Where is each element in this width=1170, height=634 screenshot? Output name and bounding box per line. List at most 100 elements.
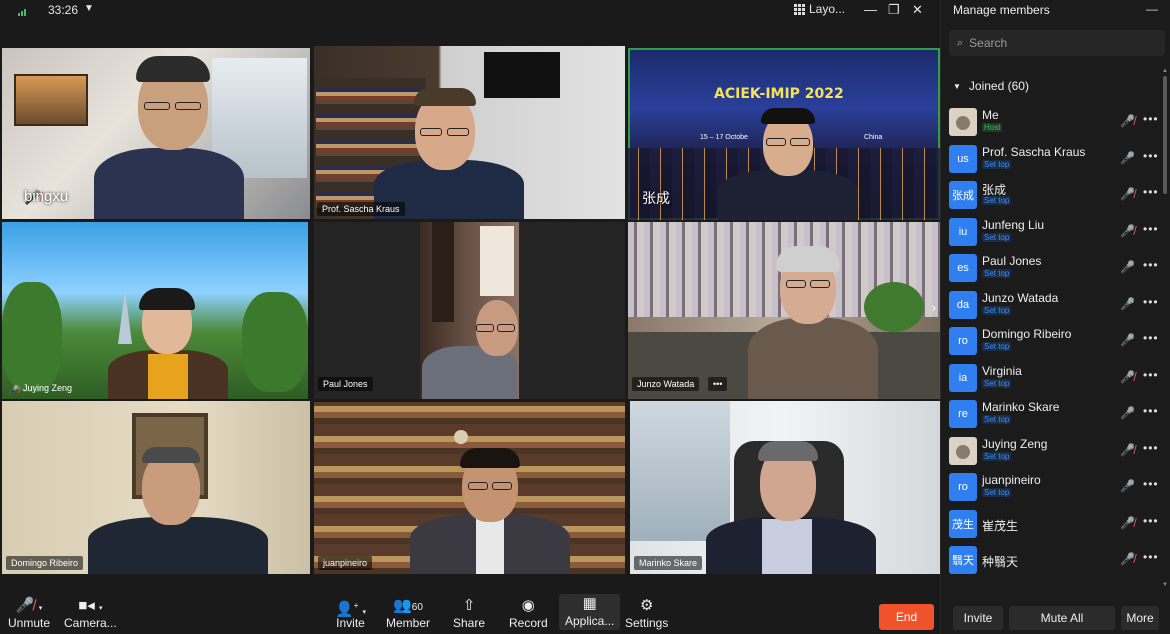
mic-muted-icon[interactable]: 🎤̸: [1120, 443, 1135, 457]
joined-section-header[interactable]: ▼ Joined (60): [953, 79, 1029, 93]
member-more-icon[interactable]: •••: [1143, 295, 1159, 309]
set-top-link[interactable]: Set top: [982, 378, 1012, 388]
mic-icon[interactable]: 🎤: [1120, 333, 1135, 347]
member-more-icon[interactable]: •••: [1143, 368, 1159, 382]
scroll-down-icon[interactable]: ▼: [1162, 582, 1168, 588]
collapse-panel-icon[interactable]: —: [1146, 2, 1158, 16]
unmute-button[interactable]: 🎤̸ ▾ Unmute: [8, 596, 50, 630]
meeting-toolbar: 🎤̸ ▾ Unmute ■◂ ▾ Camera... 👤+ ▾ Invite 👥…: [0, 590, 940, 634]
tile-more-button[interactable]: •••: [708, 377, 728, 391]
search-input[interactable]: [969, 36, 1150, 50]
mute-all-button[interactable]: Mute All: [1009, 606, 1115, 630]
member-row[interactable]: 张成 张成 Set top 🎤̸ •••: [949, 177, 1161, 214]
mic-icon[interactable]: 🎤: [1120, 151, 1135, 165]
minimize-icon[interactable]: —: [864, 2, 877, 17]
video-tile[interactable]: Marinko Skare: [630, 401, 940, 574]
member-more-icon[interactable]: •••: [1143, 441, 1159, 455]
member-search[interactable]: ⌕: [949, 30, 1165, 56]
avatar: us: [949, 144, 977, 173]
member-row[interactable]: 翳天 种翳天 🎤̸ •••: [949, 542, 1161, 579]
record-button[interactable]: ◉ Record: [509, 596, 548, 630]
member-row[interactable]: es Paul Jones Set top 🎤 •••: [949, 250, 1161, 287]
member-label: Member: [386, 616, 431, 630]
applications-button[interactable]: ▦ Applica...: [559, 594, 621, 630]
set-top-link[interactable]: Set top: [982, 196, 1012, 205]
mic-muted-icon[interactable]: 🎤̸: [1120, 516, 1135, 530]
set-top-link[interactable]: Set top: [982, 232, 1012, 242]
apps-grid-icon: ▦: [582, 595, 597, 612]
end-meeting-button[interactable]: End: [879, 604, 934, 630]
avatar: 张成: [949, 181, 977, 209]
panel-title: Manage members: [953, 3, 1050, 17]
video-tile[interactable]: Domingo Ribeiro: [2, 401, 310, 574]
video-tile[interactable]: 🎤̸ bingxu: [2, 48, 310, 219]
member-more-icon[interactable]: •••: [1143, 185, 1159, 199]
member-list-scrollbar[interactable]: [1163, 76, 1167, 194]
member-row[interactable]: da Junzo Watada Set top 🎤 •••: [949, 287, 1161, 324]
wall-clock: [454, 430, 468, 444]
next-page-arrow-icon[interactable]: ›: [932, 300, 936, 315]
member-row[interactable]: iu Junfeng Liu Set top 🎤̸ •••: [949, 214, 1161, 251]
member-more-icon[interactable]: •••: [1143, 514, 1159, 528]
set-top-link[interactable]: Set top: [982, 305, 1012, 315]
set-top-link[interactable]: Set top: [982, 488, 1012, 497]
member-more-icon[interactable]: •••: [1143, 550, 1159, 564]
set-top-link[interactable]: Set top: [982, 159, 1012, 169]
video-tile[interactable]: ACIEK-IMIP 2022 15 – 17 Octobe China 张成: [628, 48, 940, 220]
set-top-link[interactable]: Set top: [982, 269, 1012, 278]
mic-icon[interactable]: 🎤: [1120, 260, 1135, 274]
gear-icon: ⚙: [639, 597, 654, 614]
member-row[interactable]: re Marinko Skare Set top 🎤 •••: [949, 396, 1161, 433]
member-row[interactable]: ro juanpineiro Set top 🎤 •••: [949, 469, 1161, 506]
panel-invite-button[interactable]: Invite: [953, 606, 1003, 630]
participant-name: Domingo Ribeiro: [6, 556, 84, 570]
member-more-icon[interactable]: •••: [1143, 477, 1159, 491]
host-badge: Host: [982, 123, 1003, 132]
member-row[interactable]: Me Host 🎤̸ •••: [949, 104, 1161, 141]
more-button[interactable]: More: [1121, 606, 1159, 630]
member-more-icon[interactable]: •••: [1143, 222, 1159, 236]
invite-button[interactable]: 👤+ ▾ Invite: [335, 596, 366, 630]
mic-icon[interactable]: 🎤: [1120, 406, 1135, 420]
member-more-icon[interactable]: •••: [1143, 149, 1159, 163]
signal-strength-icon[interactable]: [18, 6, 30, 16]
member-row[interactable]: ro Domingo Ribeiro Set top 🎤 •••: [949, 323, 1161, 360]
mic-muted-icon[interactable]: 🎤̸: [1120, 552, 1135, 566]
member-name: Prof. Sascha Kraus: [982, 144, 1086, 159]
scroll-up-icon[interactable]: ▲: [1162, 68, 1168, 74]
mic-muted-icon[interactable]: 🎤̸: [1120, 114, 1135, 128]
settings-button[interactable]: ⚙ Settings: [625, 596, 668, 630]
mic-muted-icon[interactable]: 🎤̸: [1120, 370, 1135, 384]
video-tile[interactable]: Prof. Sascha Kraus: [314, 46, 625, 219]
video-tile[interactable]: 🎤̸ Juying Zeng: [2, 222, 308, 399]
mic-muted-icon[interactable]: 🎤̸: [1120, 187, 1135, 201]
set-top-link[interactable]: Set top: [982, 415, 1012, 424]
invite-label: Invite: [336, 616, 365, 630]
restore-icon[interactable]: ❐: [888, 2, 900, 18]
banner-city: China: [864, 134, 883, 141]
camera-icon: ■◂ ▾: [78, 597, 103, 614]
member-row[interactable]: 茂生 崔茂生 🎤̸ •••: [949, 506, 1161, 543]
close-icon[interactable]: ✕: [912, 2, 923, 18]
share-button[interactable]: ⇧ Share: [453, 596, 485, 630]
set-top-link[interactable]: Set top: [982, 451, 1012, 461]
member-more-icon[interactable]: •••: [1143, 258, 1159, 272]
video-tile[interactable]: Paul Jones: [314, 222, 625, 399]
mic-icon[interactable]: 🎤: [1120, 479, 1135, 493]
video-tile[interactable]: juanpineiro: [314, 402, 625, 574]
member-row[interactable]: us Prof. Sascha Kraus Set top 🎤 •••: [949, 141, 1161, 178]
member-button[interactable]: 👥60 Member: [386, 596, 430, 630]
mic-icon[interactable]: 🎤: [1120, 297, 1135, 311]
member-more-icon[interactable]: •••: [1143, 112, 1159, 126]
member-more-icon[interactable]: •••: [1143, 404, 1159, 418]
timer-dropdown-icon[interactable]: ▼: [84, 3, 94, 14]
camera-button[interactable]: ■◂ ▾ Camera...: [64, 596, 117, 630]
member-row[interactable]: Juying Zeng Set top 🎤̸ •••: [949, 433, 1161, 470]
mic-muted-icon[interactable]: 🎤̸: [1120, 224, 1135, 238]
member-row[interactable]: ia Virginia Set top 🎤̸ •••: [949, 360, 1161, 397]
layout-button[interactable]: Layo...: [794, 2, 845, 16]
set-top-link[interactable]: Set top: [982, 342, 1012, 351]
member-more-icon[interactable]: •••: [1143, 331, 1159, 345]
member-name: Domingo Ribeiro: [982, 327, 1072, 341]
video-tile[interactable]: › Junzo Watada •••: [628, 222, 940, 399]
